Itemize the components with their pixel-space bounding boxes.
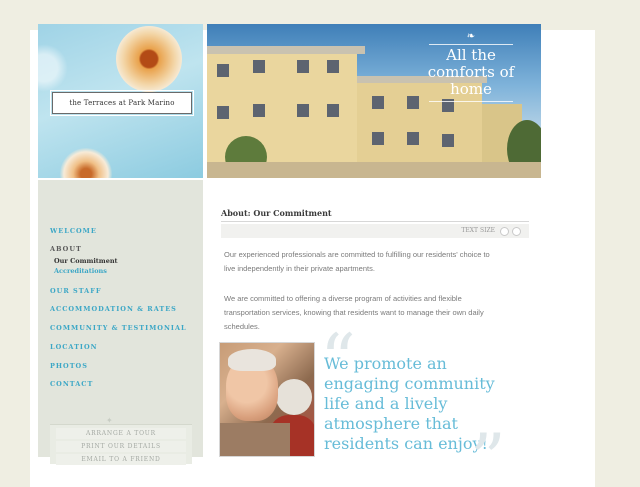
action-box: ARRANGE A TOUR PRINT OUR DETAILS EMAIL T… [50,424,192,465]
building-roof [207,46,365,54]
photo-hair [228,349,276,371]
paragraph: Our experienced professionals are commit… [224,250,490,273]
window [327,60,339,73]
text-larger-icon[interactable] [512,227,521,236]
flower-image [116,26,182,92]
quote-close-icon: ” [470,419,506,487]
window [253,104,265,117]
window [372,96,384,109]
nav-item-welcome[interactable]: WELCOME [50,227,97,235]
nav-item-our-staff[interactable]: OUR STAFF [50,287,101,295]
text-smaller-icon[interactable] [500,227,509,236]
photo-person [276,379,312,415]
tagline-divider [429,44,513,45]
tagline-divider [429,101,513,102]
window [217,106,229,119]
nav-item-photos[interactable]: PHOTOS [50,362,88,370]
residents-photo [219,342,315,457]
page-title: About: Our Commitment [221,208,332,218]
logo-panel[interactable]: the Terraces at Park Marino [38,24,203,178]
window [407,132,419,145]
text-tools-bar: TEXT SIZE [221,224,529,238]
tagline-block: ❧ All the comforts of home [411,32,531,104]
photo-shirt [220,423,290,456]
window [297,60,309,73]
window [372,132,384,145]
text-size-label: TEXT SIZE [461,227,495,234]
print-details-button[interactable]: PRINT OUR DETAILS [56,441,186,452]
nav-sub-our-commitment[interactable]: Our Commitment [54,257,118,265]
tagline: All the comforts of home [427,46,515,98]
window [217,64,229,77]
hero-image: ❧ All the comforts of home [207,24,541,178]
nav-item-accommodation[interactable]: ACCOMMODATION & RATES [50,305,177,313]
nav-item-location[interactable]: LOCATION [50,343,98,351]
window [297,104,309,117]
ground [207,162,541,178]
flower-decoration [38,44,68,92]
nav-sub-accreditations[interactable]: Accreditations [54,267,107,275]
flower-image-small [60,148,112,178]
window [327,104,339,117]
nav-item-about[interactable]: ABOUT [50,245,82,253]
window [253,60,265,73]
site-logo[interactable]: the Terraces at Park Marino [50,90,194,116]
window [442,134,454,147]
email-friend-button[interactable]: EMAIL TO A FRIEND [56,454,186,465]
title-divider [221,221,529,222]
paragraph: We are committed to offering a diverse p… [224,294,484,331]
ornament-icon: ❧ [466,31,476,42]
arrange-tour-button[interactable]: ARRANGE A TOUR [56,428,186,439]
nav-item-community[interactable]: COMMUNITY & TESTIMONIAL [50,324,187,332]
sidebar: WELCOME ABOUT Our Commitment Accreditati… [38,180,203,465]
nav-item-contact[interactable]: CONTACT [50,380,93,388]
